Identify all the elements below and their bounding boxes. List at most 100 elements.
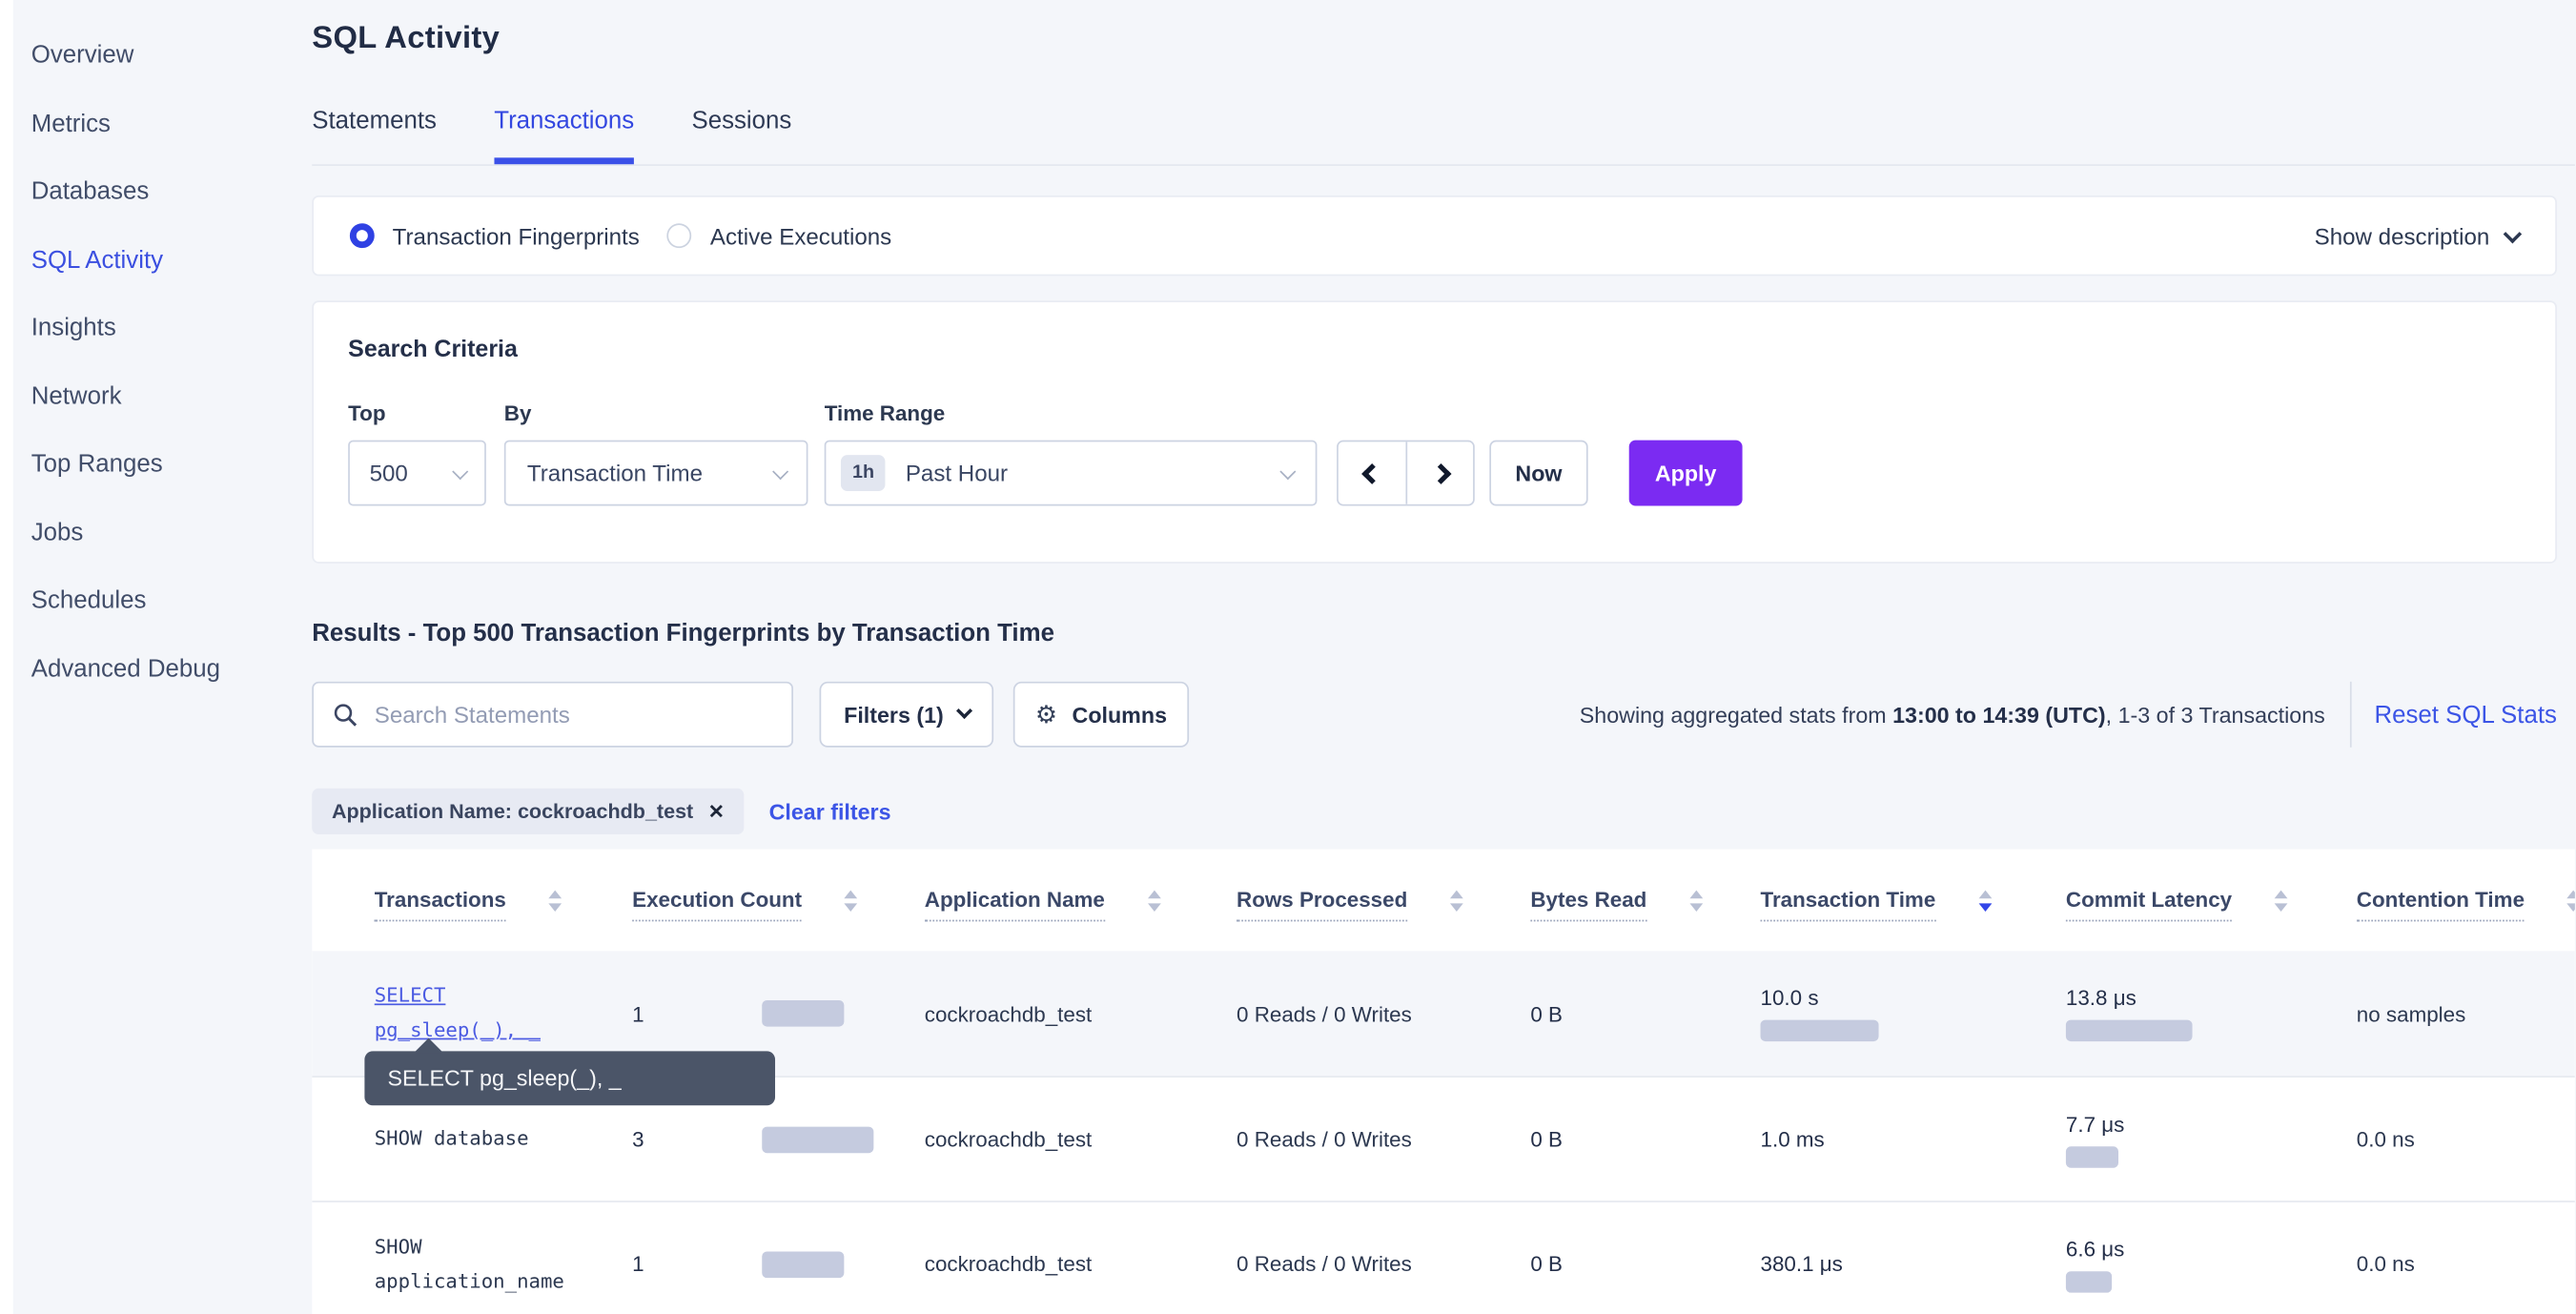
columns-label: Columns — [1073, 702, 1168, 727]
commit-latency-cell: 6.6 μs — [2066, 1202, 2357, 1314]
table-row: SHOW application_name 1 cockroachdb_test… — [312, 1201, 2575, 1314]
transaction-time-bar — [1761, 1020, 1879, 1041]
top-label: Top — [348, 400, 504, 425]
left-edge-strip — [0, 0, 13, 1314]
reset-sql-stats-link[interactable]: Reset SQL Stats — [2374, 701, 2556, 729]
sort-icon — [1148, 887, 1161, 912]
column-header-execution-count[interactable]: Execution Count — [632, 850, 925, 952]
sidebar-item-metrics[interactable]: Metrics — [13, 90, 312, 157]
sort-desc-icon — [1978, 887, 1992, 912]
previous-time-button[interactable] — [1339, 441, 1406, 503]
show-description-label: Show description — [2315, 222, 2490, 249]
contention-time-cell: 0.0 ns — [2357, 1127, 2575, 1152]
sort-icon — [2567, 887, 2575, 912]
column-label: Execution Count — [632, 887, 802, 921]
view-mode-bar: Transaction Fingerprints Active Executio… — [312, 195, 2557, 276]
show-description-toggle[interactable]: Show description — [2315, 222, 2520, 249]
column-header-application-name[interactable]: Application Name — [925, 850, 1237, 952]
radio-label: Transaction Fingerprints — [393, 222, 640, 249]
filter-chip-label: Application Name: cockroachdb_test — [332, 800, 693, 823]
transaction-time-cell: 10.0 s — [1761, 951, 2066, 1076]
transaction-text-line: SHOW database — [375, 1121, 529, 1156]
transaction-time-value: 10.0 s — [1761, 986, 1819, 1011]
chevron-down-icon — [956, 702, 971, 717]
column-label: Rows Processed — [1237, 887, 1407, 921]
search-criteria-card: Search Criteria Top 500 By Transaction T… — [312, 300, 2557, 564]
transaction-text-line: application_name — [375, 1263, 564, 1298]
sidebar-item-insights[interactable]: Insights — [13, 294, 312, 361]
by-select-value: Transaction Time — [527, 460, 703, 486]
time-range-field: Time Range 1h Past Hour — [825, 400, 1318, 505]
sidebar-item-overview[interactable]: Overview — [13, 21, 312, 89]
sort-icon — [1689, 887, 1703, 912]
sidebar-item-jobs[interactable]: Jobs — [13, 499, 312, 566]
execution-count-bar — [762, 1251, 844, 1278]
column-header-bytes-read[interactable]: Bytes Read — [1530, 850, 1760, 952]
filters-button[interactable]: Filters (1) — [820, 682, 994, 748]
status-prefix: Showing aggregated stats from — [1580, 702, 1892, 727]
chevron-left-icon — [1361, 462, 1382, 483]
chevron-down-icon — [772, 463, 787, 479]
sidebar-item-schedules[interactable]: Schedules — [13, 566, 312, 634]
time-range-label: Time Range — [825, 400, 1318, 425]
transaction-text-line: SHOW — [375, 1229, 422, 1263]
transaction-fingerprint-link[interactable]: SHOW application_name — [375, 1202, 632, 1314]
tab-sessions[interactable]: Sessions — [691, 107, 791, 164]
sidebar-item-advanced-debug[interactable]: Advanced Debug — [13, 635, 312, 703]
by-select[interactable]: Transaction Time — [504, 441, 808, 506]
rows-processed-cell: 0 Reads / 0 Writes — [1237, 1001, 1530, 1026]
tab-transactions[interactable]: Transactions — [494, 107, 634, 164]
filter-chip-application-name: Application Name: cockroachdb_test ✕ — [312, 789, 744, 834]
contention-time-cell: 0.0 ns — [2357, 1252, 2575, 1277]
next-time-button[interactable] — [1405, 441, 1473, 503]
commit-latency-bar — [2066, 1020, 2193, 1041]
tooltip-text: SELECT pg_sleep(_), _ — [388, 1066, 622, 1091]
execution-count-cell: 1 — [632, 1000, 925, 1027]
column-header-transactions[interactable]: Transactions — [375, 850, 632, 952]
sidebar-item-databases[interactable]: Databases — [13, 157, 312, 225]
by-field: By Transaction Time — [504, 400, 825, 505]
sidebar-item-sql-activity[interactable]: SQL Activity — [13, 226, 312, 294]
column-label: Transactions — [375, 887, 506, 921]
bytes-read-value: 0 B — [1530, 1127, 1563, 1152]
clear-filters-link[interactable]: Clear filters — [769, 799, 891, 824]
bytes-read-cell: 0 B — [1530, 1202, 1760, 1314]
tab-statements[interactable]: Statements — [312, 107, 437, 164]
column-header-commit-latency[interactable]: Commit Latency — [2066, 850, 2357, 952]
radio-transaction-fingerprints[interactable]: Transaction Fingerprints — [350, 222, 640, 249]
commit-latency-cell: 7.7 μs — [2066, 1078, 2357, 1201]
main-content: SQL Activity Statements Transactions Ses… — [312, 0, 2575, 1314]
sidebar-item-top-ranges[interactable]: Top Ranges — [13, 430, 312, 498]
gear-icon: ⚙ — [1035, 702, 1057, 727]
results-heading: Results - Top 500 Transaction Fingerprin… — [312, 619, 2575, 647]
vertical-divider — [2350, 682, 2352, 748]
page-title: SQL Activity — [312, 21, 2575, 57]
sql-statement-tooltip: SELECT pg_sleep(_), _ — [364, 1051, 775, 1105]
bytes-read-value: 0 B — [1530, 1252, 1563, 1277]
transaction-text-line: pg_sleep(_), _ — [375, 1014, 541, 1048]
radio-label: Active Executions — [710, 222, 891, 249]
bytes-read-value: 0 B — [1530, 1001, 1563, 1026]
execution-count-cell: 1 — [632, 1251, 925, 1278]
column-header-transaction-time[interactable]: Transaction Time — [1761, 850, 2066, 952]
now-button[interactable]: Now — [1489, 441, 1587, 506]
contention-time-cell: no samples — [2357, 1001, 2575, 1026]
time-range-select[interactable]: 1h Past Hour — [825, 441, 1318, 506]
top-select[interactable]: 500 — [348, 441, 486, 506]
apply-button[interactable]: Apply — [1629, 441, 1743, 506]
active-filters-row: Application Name: cockroachdb_test ✕ Cle… — [312, 789, 2575, 834]
chevron-down-icon — [452, 463, 467, 479]
table-header-row: Transactions Execution Count Application… — [312, 850, 2575, 952]
search-icon — [334, 702, 358, 727]
sidebar-item-network[interactable]: Network — [13, 362, 312, 430]
column-header-contention-time[interactable]: Contention Time — [2357, 850, 2575, 952]
sort-icon — [1450, 887, 1463, 912]
chevron-down-icon — [1279, 463, 1295, 479]
remove-filter-icon[interactable]: ✕ — [708, 800, 725, 823]
columns-button[interactable]: ⚙ Columns — [1013, 682, 1189, 748]
execution-count-value: 1 — [632, 1252, 762, 1277]
search-statements-input[interactable] — [375, 702, 772, 729]
radio-active-executions[interactable]: Active Executions — [667, 222, 891, 249]
column-header-rows-processed[interactable]: Rows Processed — [1237, 850, 1530, 952]
commit-latency-bar — [2066, 1270, 2112, 1291]
